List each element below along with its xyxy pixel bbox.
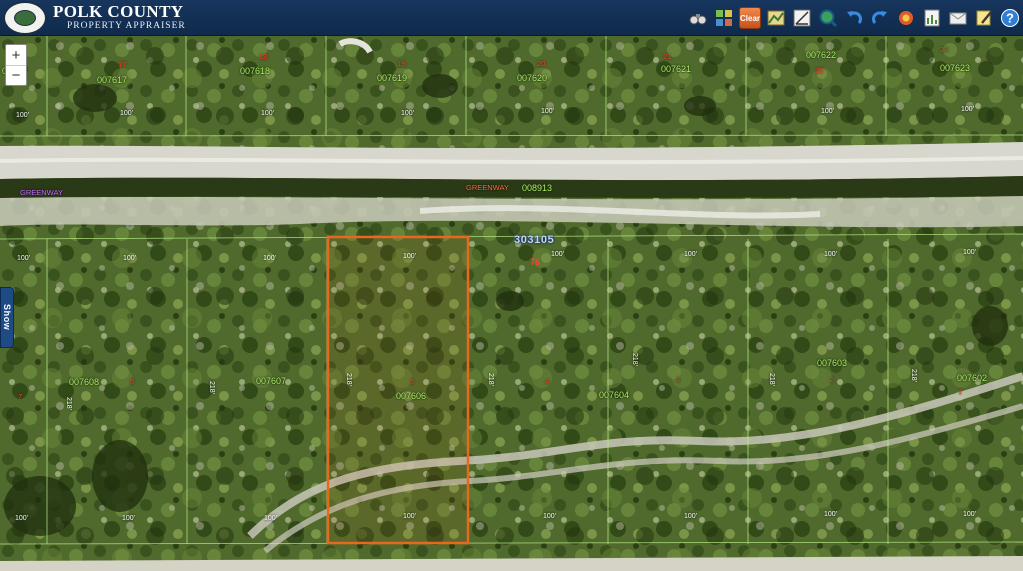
lot-number: 7 [18, 392, 23, 401]
zoom-in-button[interactable]: + [6, 45, 26, 65]
lot-number: 22 [815, 66, 824, 75]
frontage-dim: 100' [403, 513, 417, 520]
parcel-label[interactable]: 007604 [599, 390, 629, 400]
aerial-map-view[interactable]: 015 007617 007618 007619 007620 007621 0… [0, 36, 1023, 571]
undo-icon[interactable] [843, 7, 865, 29]
parcel-label[interactable]: 007619 [377, 73, 407, 83]
frontage-dim: 100' [824, 251, 838, 258]
help-label: ? [1006, 11, 1014, 26]
globe-search-icon[interactable] [817, 7, 839, 29]
map-sheet-icon[interactable] [765, 7, 787, 29]
app-title: POLK COUNTY [53, 2, 184, 21]
measure-icon[interactable] [791, 7, 813, 29]
lot-number: 3 [676, 375, 681, 384]
frontage-dim: 100' [261, 110, 275, 117]
clear-label: Clear [740, 13, 761, 23]
map-toolbar: Clear ? [687, 5, 1021, 31]
depth-dim: 218' [65, 397, 72, 411]
frontage-dim: 100' [17, 255, 31, 262]
depth-dim: 218' [910, 369, 917, 383]
frontage-dim: 100' [963, 249, 977, 256]
frontage-dim: 100' [543, 513, 557, 520]
zoom-out-button[interactable]: − [6, 65, 26, 85]
clear-button[interactable]: Clear [739, 7, 761, 29]
lot-number: 6 [130, 377, 135, 386]
depth-dim: 218' [768, 373, 775, 387]
county-seal-logo[interactable] [3, 1, 47, 35]
lot-number: 18 [259, 52, 268, 61]
depth-dim: 218' [208, 381, 215, 395]
frontage-dim: 100' [122, 515, 136, 522]
lot-number: 2 [830, 375, 835, 384]
layer-legend-icon[interactable] [895, 7, 917, 29]
lot-number: 19 [397, 59, 406, 68]
frontage-dim: 100' [551, 251, 565, 258]
parcel-label[interactable]: 007620 [517, 73, 547, 83]
street-label: GREENWAY [20, 188, 63, 197]
frontage-dim: 100' [961, 106, 975, 113]
show-tab-label: Show [2, 304, 12, 331]
parcel-label[interactable]: 007608 [69, 377, 99, 387]
frontage-dim: 100' [963, 511, 977, 518]
zoom-control: + − [5, 44, 27, 86]
parcel-label[interactable]: 007617 [97, 75, 127, 85]
frontage-dim: 100' [821, 108, 835, 115]
frontage-dim: 100' [401, 110, 415, 117]
parcel-label[interactable]: 007603 [817, 358, 847, 368]
email-icon[interactable] [947, 7, 969, 29]
edit-note-icon[interactable] [973, 7, 995, 29]
lot-number: 23 [940, 45, 949, 54]
lot-number: 21 [663, 52, 672, 61]
seal-emblem-icon [14, 10, 36, 26]
lot-number: 1 [958, 387, 963, 396]
show-panel-tab[interactable]: Show [0, 287, 14, 348]
parcel-label[interactable]: 007602 [957, 373, 987, 383]
report-icon[interactable] [921, 7, 943, 29]
selected-parcel-outline [326, 235, 470, 545]
parcel-label[interactable]: 007607 [256, 376, 286, 386]
frontage-dim: 100' [684, 513, 698, 520]
app-header: POLK COUNTY PROPERTY APPRAISER Clear ? [0, 0, 1023, 36]
lot-number: 4 [545, 377, 550, 386]
lot-number: 20 [537, 59, 546, 68]
parcel-label[interactable]: 007621 [661, 64, 691, 74]
lot-number: 17 [118, 60, 127, 69]
street-label: GREENWAY [466, 183, 509, 192]
lot-number: 5 [410, 377, 415, 386]
parcel-label[interactable]: 007622 [806, 50, 836, 60]
frontage-dim: 100' [123, 255, 137, 262]
depth-dim: 218' [487, 373, 494, 387]
frontage-dim: 100' [16, 112, 30, 119]
aerial-imagery [0, 36, 1023, 571]
selected-parcel-label[interactable]: 007606 [396, 391, 426, 401]
frontage-dim: 100' [264, 515, 278, 522]
frontage-dim: 100' [120, 110, 134, 117]
road-parcel-label[interactable]: 008913 [522, 183, 552, 193]
redo-icon[interactable] [869, 7, 891, 29]
frontage-dim: 100' [403, 253, 417, 260]
frontage-dim: 100' [263, 255, 277, 262]
block-lot-number: 76 [530, 257, 541, 267]
frontage-dim: 100' [15, 515, 29, 522]
app-subtitle: PROPERTY APPRAISER [67, 21, 186, 31]
block-number: 303105 [514, 234, 555, 246]
binoculars-icon[interactable] [687, 7, 709, 29]
frontage-dim: 100' [541, 108, 555, 115]
depth-dim: 218' [345, 373, 352, 387]
parcel-label[interactable]: 007623 [940, 63, 970, 73]
parcel-label[interactable]: 007618 [240, 66, 270, 76]
frontage-dim: 100' [684, 251, 698, 258]
grid-layers-icon[interactable] [713, 7, 735, 29]
depth-dim: 218' [631, 353, 638, 367]
frontage-dim: 100' [824, 511, 838, 518]
help-icon[interactable]: ? [999, 7, 1021, 29]
